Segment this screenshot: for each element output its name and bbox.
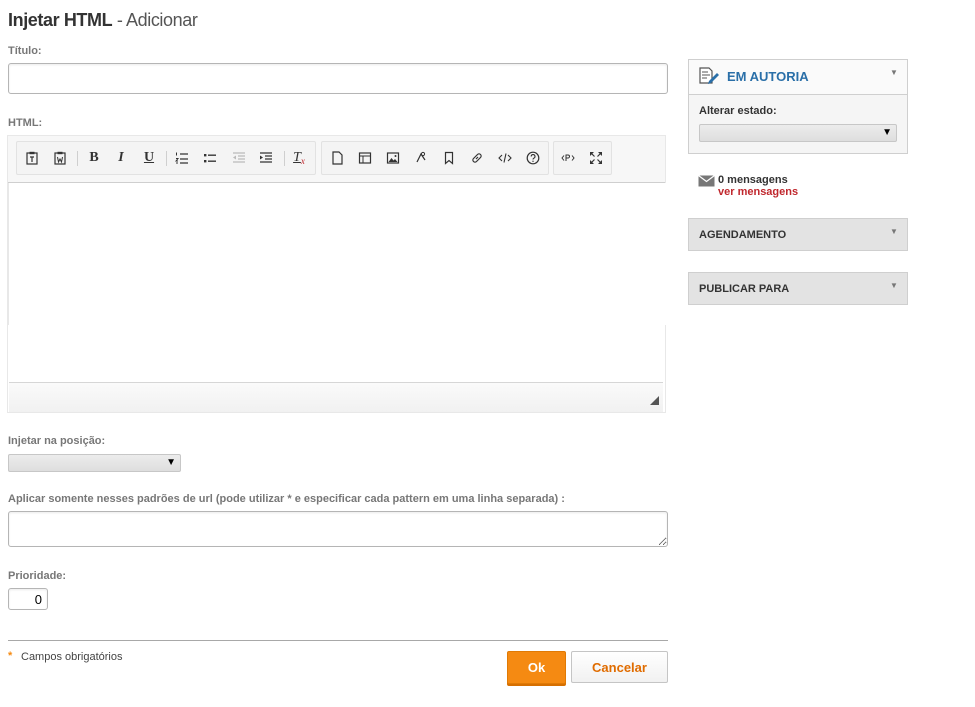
state-select[interactable]: ▼ — [699, 124, 897, 142]
title-label: Título: — [8, 45, 42, 57]
html-label: HTML: — [8, 117, 43, 129]
paste-text-icon[interactable] — [24, 150, 40, 166]
view-messages-link[interactable]: ver mensagens — [718, 186, 798, 198]
editor-statusbar — [9, 382, 663, 412]
remove-format-button[interactable]: Tx — [291, 150, 307, 166]
dropdown-arrow-icon: ▼ — [882, 127, 892, 138]
messages-count: 0 mensagens — [718, 174, 788, 186]
bold-button[interactable]: B — [86, 150, 102, 166]
indent-icon[interactable] — [258, 150, 274, 166]
help-icon[interactable] — [525, 150, 541, 166]
title-input[interactable] — [8, 63, 668, 94]
flash-icon[interactable] — [413, 150, 429, 166]
authoring-title: EM AUTORIA — [727, 69, 809, 84]
editor-toolbar: B I U Tx — [8, 136, 665, 183]
envelope-icon — [698, 174, 715, 187]
outdent-icon[interactable] — [231, 150, 247, 166]
toolbar-separator — [77, 151, 78, 166]
priority-input[interactable] — [8, 588, 48, 610]
position-label: Injetar na posição: — [8, 435, 106, 447]
underline-button[interactable]: U — [141, 150, 157, 166]
paste-word-icon[interactable] — [52, 150, 68, 166]
toolbar-separator — [166, 151, 167, 166]
scheduling-title: AGENDAMENTO — [699, 229, 787, 241]
toolbar-separator — [284, 151, 285, 166]
cancel-button[interactable]: Cancelar — [571, 651, 668, 683]
source-code-icon[interactable] — [497, 150, 513, 166]
remove-format-t: T — [293, 150, 301, 165]
editor-content-area[interactable] — [8, 183, 666, 325]
bullet-list-icon[interactable] — [202, 150, 218, 166]
change-state-label: Alterar estado: — [699, 105, 777, 117]
new-page-icon[interactable] — [329, 150, 345, 166]
collapse-arrow-icon[interactable]: ▼ — [890, 281, 898, 290]
toolbar-group-view — [553, 141, 612, 175]
templates-icon[interactable] — [357, 150, 373, 166]
priority-label: Prioridade: — [8, 570, 67, 582]
publish-title: PUBLICAR PARA — [699, 283, 790, 295]
url-patterns-textarea[interactable] — [8, 511, 668, 547]
collapse-arrow-icon[interactable]: ▼ — [890, 227, 898, 236]
ok-button[interactable]: Ok — [507, 651, 566, 684]
show-blocks-icon[interactable] — [560, 150, 576, 166]
numbered-list-icon[interactable] — [174, 150, 190, 166]
resize-handle-icon[interactable] — [650, 396, 659, 405]
required-marker: * — [8, 650, 13, 662]
required-note: Campos obrigatórios — [21, 651, 123, 663]
url-patterns-label: Aplicar somente nesses padrões de url (p… — [8, 493, 565, 505]
page-title-main: Injetar HTML — [8, 10, 113, 30]
page-title: Injetar HTML - Adicionar — [8, 10, 198, 31]
toolbar-group-insert — [321, 141, 549, 175]
edit-document-icon — [698, 67, 720, 87]
page-title-sub: - Adicionar — [116, 10, 198, 30]
collapse-arrow-icon[interactable]: ▼ — [890, 68, 898, 77]
image-icon[interactable] — [385, 150, 401, 166]
dropdown-arrow-icon: ▼ — [166, 457, 176, 468]
form-divider — [8, 640, 668, 641]
italic-button[interactable]: I — [113, 150, 129, 166]
remove-format-x: x — [300, 156, 305, 166]
position-select[interactable]: ▼ — [8, 454, 181, 472]
toolbar-group-format: B I U Tx — [16, 141, 316, 175]
bookmark-icon[interactable] — [441, 150, 457, 166]
link-icon[interactable] — [469, 150, 485, 166]
maximize-icon[interactable] — [588, 150, 604, 166]
